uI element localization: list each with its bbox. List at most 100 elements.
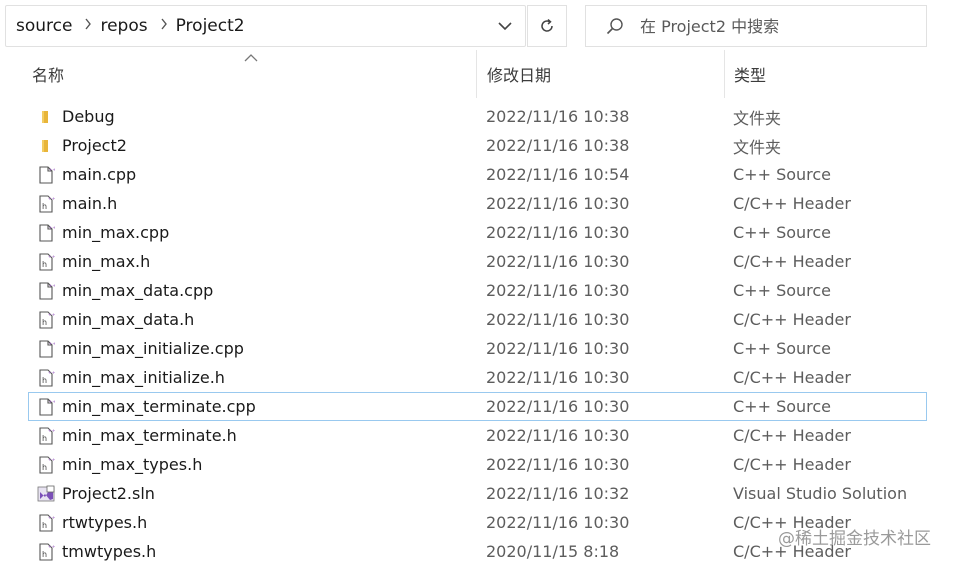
file-row[interactable]: ++ main.cpp 2022/11/16 10:54 C++ Source	[0, 160, 954, 189]
svg-text:h: h	[42, 260, 47, 269]
breadcrumb-project2[interactable]: Project2	[174, 16, 249, 36]
header-file-icon: h ++	[36, 508, 56, 537]
file-row[interactable]: h ++ min_max_terminate.h 2022/11/16 10:30 C/…	[0, 421, 954, 450]
chevron-down-icon	[498, 21, 512, 30]
file-name[interactable]: Debug	[62, 102, 115, 131]
svg-text:++: ++	[48, 515, 55, 521]
svg-text:++: ++	[48, 370, 55, 376]
file-type: C++ Source	[733, 223, 832, 242]
file-name[interactable]: min_max_data.cpp	[62, 276, 213, 305]
file-modified-date: 2022/11/16 10:30	[486, 397, 630, 416]
file-row[interactable]: ++ min_max.cpp 2022/11/16 10:30 C++ Source	[0, 218, 954, 247]
file-row[interactable]: h ++ main.h 2022/11/16 10:30 C/C++ Header	[0, 189, 954, 218]
file-name[interactable]: main.h	[62, 189, 117, 218]
sort-ascending-icon	[244, 54, 258, 62]
file-name[interactable]: min_max.h	[62, 247, 150, 276]
file-type: 文件夹	[733, 108, 782, 128]
file-type: C/C++ Header	[733, 426, 851, 445]
file-list: Debug 2022/11/16 10:38 文件夹 Project2 2022/11/…	[0, 102, 954, 564]
file-type: C/C++ Header	[733, 310, 851, 329]
chevron-right-icon[interactable]	[152, 18, 174, 34]
file-modified-date: 2022/11/16 10:30	[486, 281, 630, 300]
refresh-button[interactable]	[527, 5, 567, 47]
file-type: C++ Source	[733, 397, 832, 416]
column-header-date[interactable]: 修改日期	[476, 50, 724, 98]
chevron-right-icon[interactable]	[76, 18, 98, 34]
svg-text:++: ++	[49, 225, 56, 231]
svg-text:++: ++	[48, 312, 55, 318]
file-row[interactable]: h ++ min_max.h 2022/11/16 10:30 C/C++ Header	[0, 247, 954, 276]
file-row[interactable]: h ++ min_max_data.h 2022/11/16 10:30 C/C++ H…	[0, 305, 954, 334]
file-row[interactable]: h ++ min_max_initialize.h 2022/11/16 10:30 C…	[0, 363, 954, 392]
column-header-type[interactable]: 类型	[724, 50, 954, 98]
file-type: C++ Source	[733, 165, 832, 184]
file-row[interactable]: ++ min_max_initialize.cpp 2022/11/16 10:30…	[0, 334, 954, 363]
file-name[interactable]: min_max_data.h	[62, 305, 194, 334]
solution-file-icon	[36, 479, 56, 508]
svg-text:++: ++	[48, 544, 55, 550]
cpp-file-icon: ++	[36, 392, 56, 421]
svg-text:h: h	[42, 434, 47, 443]
header-file-icon: h ++	[36, 305, 56, 334]
file-modified-date: 2022/11/16 10:30	[486, 194, 630, 213]
file-name[interactable]: tmwtypes.h	[62, 537, 156, 564]
address-bar[interactable]: source repos Project2	[5, 5, 526, 47]
file-name[interactable]: min_max_terminate.h	[62, 421, 237, 450]
svg-text:h: h	[42, 318, 47, 327]
file-type: C/C++ Header	[733, 252, 851, 271]
file-name[interactable]: min_max_terminate.cpp	[62, 392, 256, 421]
file-row[interactable]: Debug 2022/11/16 10:38 文件夹	[0, 102, 954, 131]
file-name[interactable]: rtwtypes.h	[62, 508, 147, 537]
svg-text:++: ++	[48, 254, 55, 260]
header-file-icon: h ++	[36, 363, 56, 392]
address-history-button[interactable]	[485, 6, 525, 46]
file-row[interactable]: ++ min_max_data.cpp 2022/11/16 10:30 C++ So…	[0, 276, 954, 305]
file-modified-date: 2022/11/16 10:30	[486, 252, 630, 271]
file-modified-date: 2022/11/16 10:38	[486, 136, 630, 155]
watermark-text: @稀土掘金技术社区	[778, 529, 931, 549]
search-input[interactable]	[640, 16, 920, 36]
header-file-icon: h ++	[36, 247, 56, 276]
file-name[interactable]: min_max_initialize.h	[62, 363, 225, 392]
folder-icon	[36, 131, 56, 160]
search-box[interactable]	[585, 5, 927, 47]
file-row[interactable]: ++ min_max_terminate.cpp 2022/11/16 10:30 C…	[0, 392, 954, 421]
folder-icon	[36, 102, 56, 131]
file-modified-date: 2022/11/16 10:54	[486, 165, 630, 184]
cpp-file-icon: ++	[36, 160, 56, 189]
breadcrumb-source[interactable]: source	[6, 16, 76, 36]
file-name[interactable]: min_max_initialize.cpp	[62, 334, 244, 363]
file-modified-date: 2022/11/16 10:38	[486, 107, 630, 126]
refresh-icon	[541, 18, 553, 32]
cpp-file-icon: ++	[36, 218, 56, 247]
file-row[interactable]: Project2 2022/11/16 10:38 文件夹	[0, 131, 954, 160]
search-icon	[606, 17, 624, 35]
column-header-row: 名称 修改日期 类型	[0, 50, 954, 100]
svg-text:h: h	[42, 550, 47, 559]
svg-text:h: h	[42, 521, 47, 530]
file-type: C/C++ Header	[733, 368, 851, 387]
file-name[interactable]: main.cpp	[62, 160, 136, 189]
file-type: C/C++ Header	[733, 455, 851, 474]
header-file-icon: h ++	[36, 189, 56, 218]
file-modified-date: 2022/11/16 10:30	[486, 339, 630, 358]
file-type: Visual Studio Solution	[733, 484, 908, 503]
cpp-file-icon: ++	[36, 276, 56, 305]
header-file-icon: h ++	[36, 450, 56, 479]
svg-text:++: ++	[49, 399, 56, 405]
file-name[interactable]: min_max.cpp	[62, 218, 169, 247]
svg-text:h: h	[42, 463, 47, 472]
file-name[interactable]: Project2.sln	[62, 479, 155, 508]
breadcrumb-repos[interactable]: repos	[98, 16, 151, 36]
file-row[interactable]: h ++ min_max_types.h 2022/11/16 10:30 C/C++ …	[0, 450, 954, 479]
file-modified-date: 2022/11/16 10:30	[486, 310, 630, 329]
file-modified-date: 2022/11/16 10:30	[486, 426, 630, 445]
file-modified-date: 2022/11/16 10:30	[486, 455, 630, 474]
svg-text:h: h	[42, 202, 47, 211]
file-modified-date: 2022/11/16 10:30	[486, 513, 630, 532]
header-file-icon: h ++	[36, 421, 56, 450]
file-name[interactable]: Project2	[62, 131, 127, 160]
file-row[interactable]: Project2.sln 2022/11/16 10:32 Visual Studi…	[0, 479, 954, 508]
file-name[interactable]: min_max_types.h	[62, 450, 202, 479]
svg-text:++: ++	[49, 341, 56, 347]
